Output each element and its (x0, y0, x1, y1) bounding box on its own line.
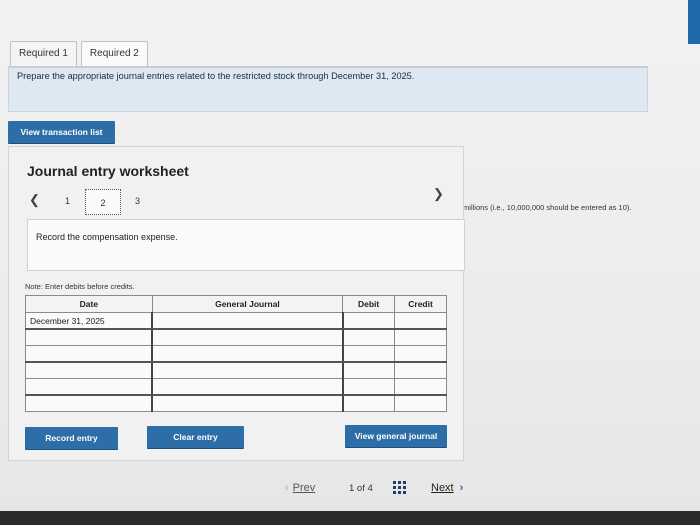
date-cell[interactable] (25, 345, 153, 363)
chevron-left-icon[interactable]: ❮ (29, 192, 40, 208)
journal-entry-worksheet: Journal entry worksheet ❮ 1 2 3 ❯ Record… (8, 146, 465, 461)
date-cell[interactable] (25, 394, 153, 412)
credit-field[interactable] (394, 345, 447, 363)
next-button[interactable]: Next › (431, 482, 463, 494)
credit-field[interactable] (394, 361, 447, 379)
date-cell[interactable]: December 31, 2025 (25, 312, 153, 330)
table-row (25, 394, 447, 412)
view-transaction-list-button[interactable]: View transaction list (8, 121, 115, 143)
credit-field[interactable] (394, 312, 447, 330)
date-cell[interactable] (25, 361, 153, 379)
tab-required-2[interactable]: Required 2 (80, 41, 148, 66)
table-row (25, 328, 447, 346)
account-field[interactable] (151, 345, 344, 363)
credit-field[interactable] (394, 378, 447, 396)
worksheet-page-2[interactable]: 2 (85, 189, 121, 215)
date-cell[interactable] (25, 378, 153, 396)
journal-table: Date General Journal Debit Credit Decemb… (25, 295, 447, 412)
credit-field[interactable] (394, 328, 447, 346)
debit-field[interactable] (342, 328, 396, 346)
tab-required-1[interactable]: Required 1 (10, 41, 77, 66)
instructions-panel: Prepare the appropriate journal entries … (8, 67, 648, 212)
entry-description: Record the compensation expense. (27, 219, 465, 271)
column-header-credit: Credit (394, 295, 447, 313)
bottom-bar (0, 511, 700, 525)
debit-field[interactable] (342, 378, 396, 396)
worksheet-page-nav: ❮ 1 2 3 ❯ (27, 185, 447, 215)
table-row (25, 345, 447, 363)
account-field[interactable] (151, 361, 344, 379)
page-count: 1 of 4 (349, 483, 373, 494)
account-field[interactable] (151, 328, 344, 346)
tab-bar: Required 1 Required 2 (10, 41, 152, 66)
view-general-journal-button[interactable]: View general journal (345, 425, 447, 447)
page: Required 1 Required 2 Prepare the approp… (0, 0, 700, 525)
chevron-left-icon: ‹ (285, 482, 289, 494)
prev-button[interactable]: ‹ Prev (285, 482, 315, 494)
debit-field[interactable] (342, 394, 396, 412)
record-entry-button[interactable]: Record entry (25, 427, 118, 449)
worksheet-page-3[interactable]: 3 (135, 196, 140, 206)
credit-field[interactable] (394, 394, 447, 412)
worksheet-title: Journal entry worksheet (27, 163, 189, 179)
column-header-debit: Debit (342, 295, 396, 313)
chevron-right-icon: › (459, 482, 464, 494)
account-field[interactable] (151, 394, 344, 412)
instructions-text: Prepare the appropriate journal entries … (17, 71, 415, 81)
account-field[interactable] (151, 378, 344, 396)
chevron-right-icon[interactable]: ❯ (433, 186, 444, 202)
grid-icon[interactable] (393, 481, 406, 494)
table-row (25, 361, 447, 379)
date-cell[interactable] (25, 328, 153, 346)
clear-entry-button[interactable]: Clear entry (147, 426, 244, 448)
question-pager: ‹ Prev 1 of 4 Next › (285, 478, 485, 500)
table-row (25, 378, 447, 396)
table-row: December 31, 2025 (25, 312, 447, 330)
debit-field[interactable] (342, 361, 396, 379)
debit-field[interactable] (342, 312, 396, 330)
account-field[interactable] (151, 312, 344, 330)
debit-field[interactable] (342, 345, 396, 363)
column-header-date: Date (25, 295, 153, 313)
column-header-general-journal: General Journal (151, 295, 344, 313)
edge-accent-bar (688, 0, 700, 44)
worksheet-page-1[interactable]: 1 (65, 196, 70, 206)
table-header-row: Date General Journal Debit Credit (25, 295, 447, 313)
debits-note: Note: Enter debits before credits. (25, 282, 135, 291)
